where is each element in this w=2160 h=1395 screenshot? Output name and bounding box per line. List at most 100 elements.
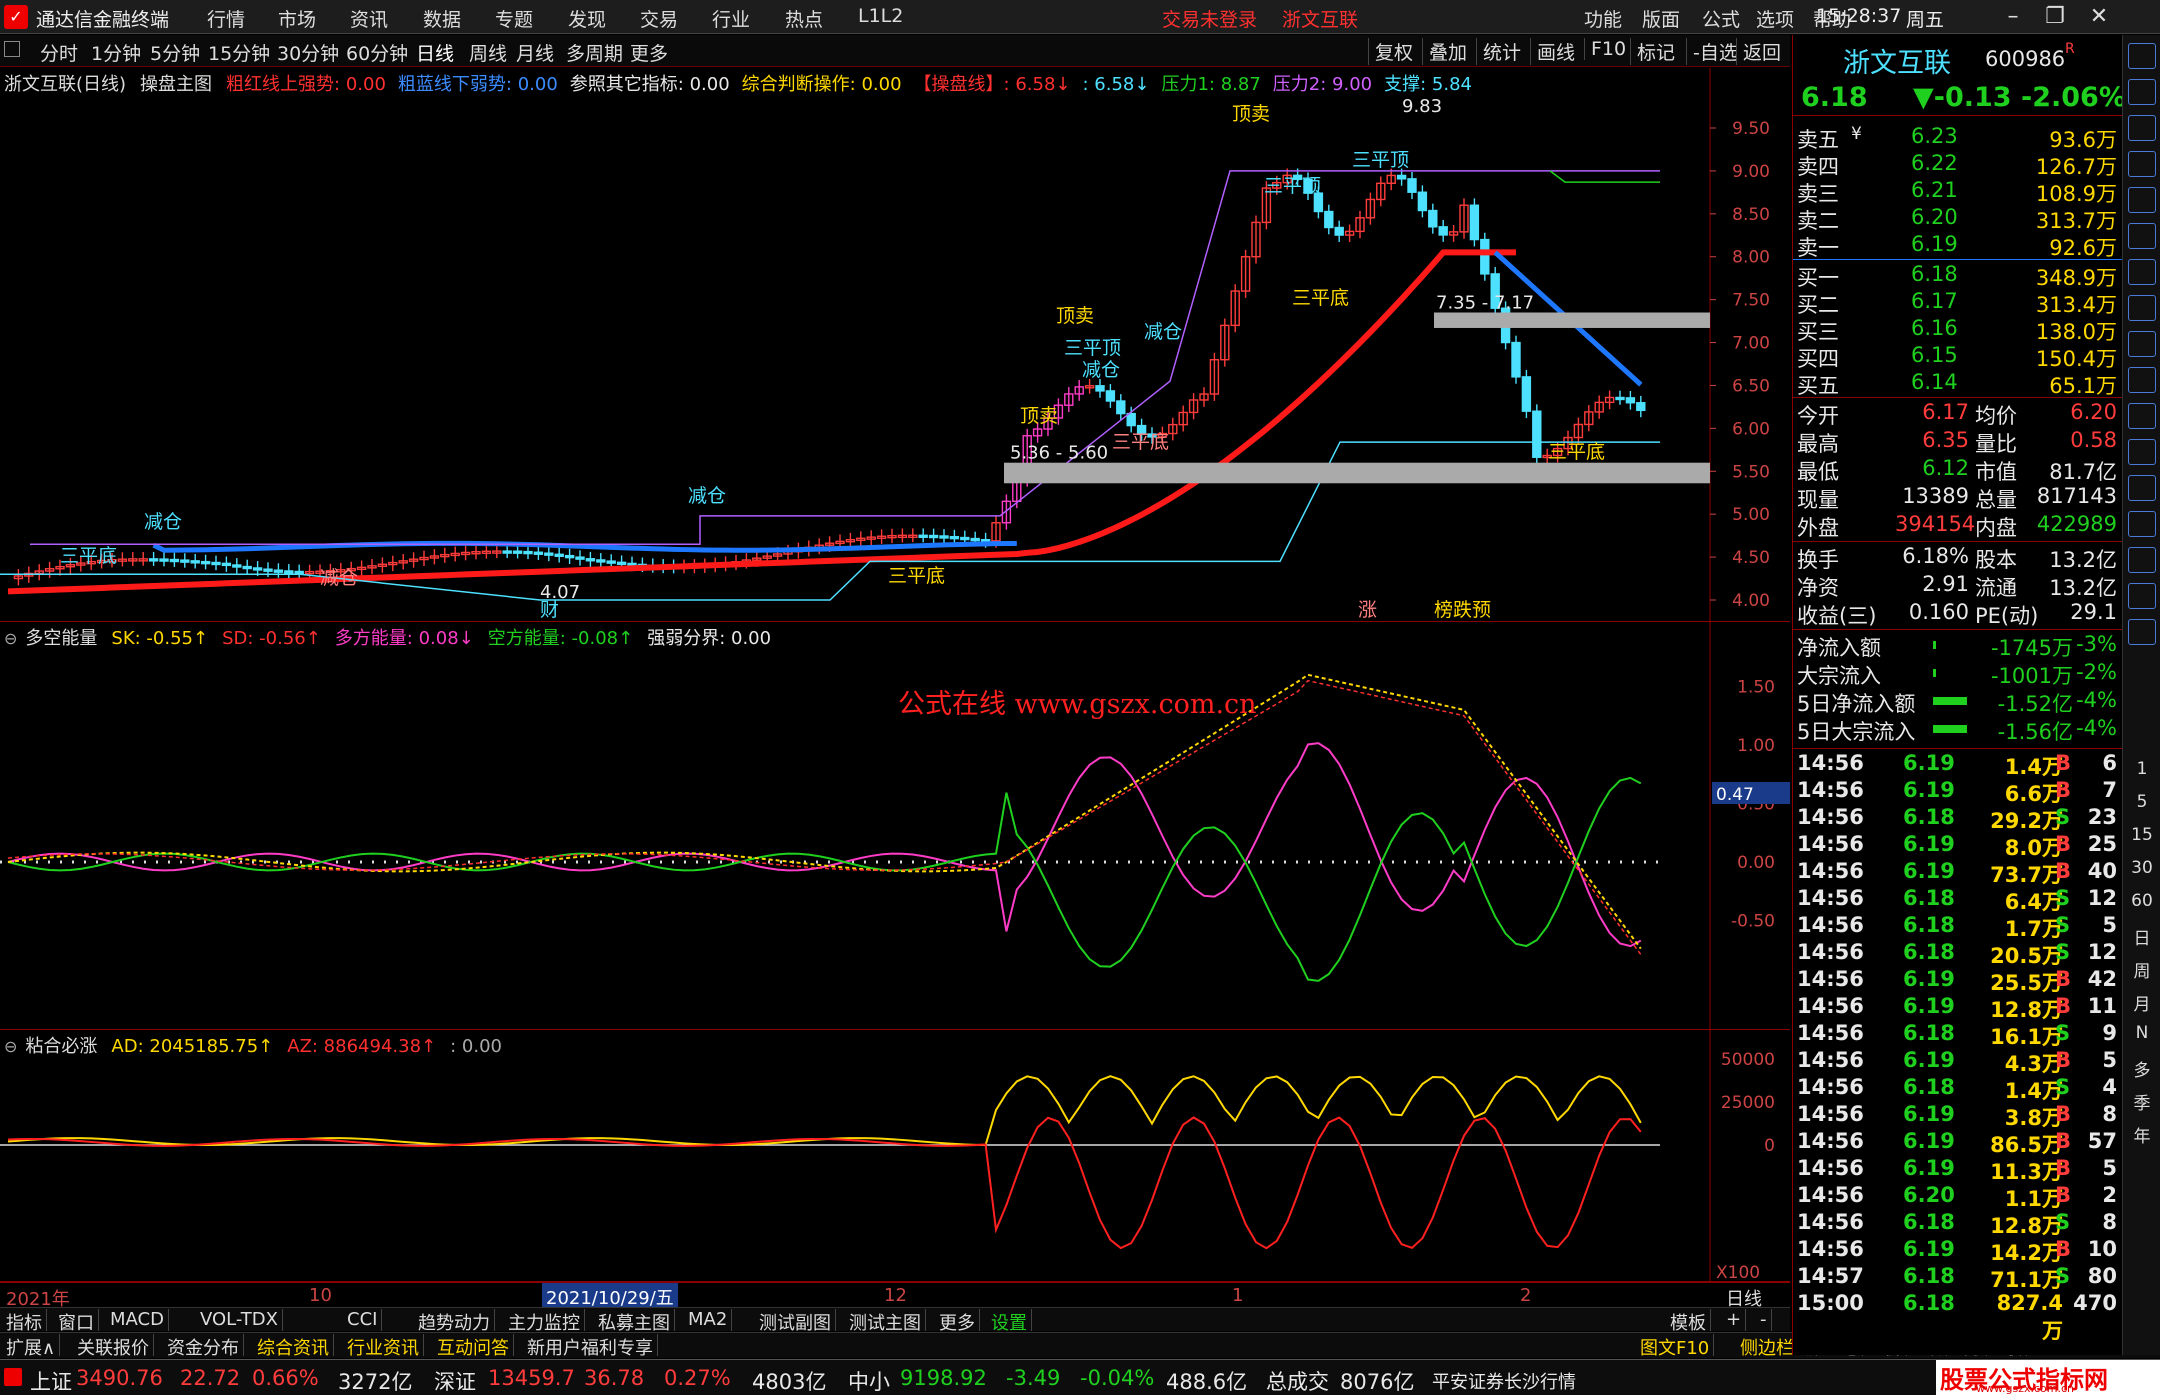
main-chart-panel[interactable]: 浙文互联(日线) 操盘主图 粗红线上强势: 0.00 粗蓝线下弱势: 0.00 参照其它… [0,68,1790,622]
strip-period[interactable]: 月 [2129,990,2155,1015]
period-tab[interactable]: 15分钟 [208,39,270,66]
strip-period[interactable]: 1 [2129,759,2155,779]
menu-item[interactable]: 交易 [640,5,678,32]
indicator-tab[interactable]: 主力监控 [504,1309,585,1334]
toggle-icon[interactable] [4,41,20,57]
toolbar-button[interactable]: 复权 [1368,38,1419,65]
period-tab[interactable]: 多周期 [566,39,623,66]
strip-period[interactable]: N [2129,1023,2155,1043]
info-tab[interactable]: 互动问答 [433,1334,514,1359]
chart-icon[interactable] [2128,151,2156,177]
indicator-tab[interactable]: CCI [343,1309,383,1331]
table-icon[interactable] [2128,331,2156,357]
rsi-icon[interactable] [2128,511,2156,537]
divider [1793,629,2123,630]
menu-item[interactable]: 行业 [712,5,750,32]
strip-period[interactable]: 5 [2129,792,2155,812]
sd-line [7,679,1642,955]
period-tab[interactable]: 1分钟 [91,39,141,66]
pen-icon[interactable] [2128,583,2156,609]
tab-control[interactable]: - [1756,1309,1772,1331]
minimize-icon[interactable]: – [1994,2,2032,32]
tab-control[interactable]: + [1722,1309,1747,1331]
restore-icon[interactable]: ❐ [2036,2,2074,32]
strip-period[interactable]: 多 [2129,1056,2155,1081]
menu-item[interactable]: 资讯 [350,5,388,32]
period-tab[interactable]: 5分钟 [150,39,200,66]
f10-icon[interactable] [2128,295,2156,321]
menu-item[interactable]: 数据 [423,5,461,32]
info-tab[interactable]: 扩展∧ [2,1334,61,1359]
info-tab[interactable]: 资金分布 [163,1334,244,1359]
indicator-tab[interactable]: MACD [106,1309,169,1331]
menu-item[interactable]: 公式 [1702,5,1740,32]
grid-icon[interactable] [2128,223,2156,249]
toolbar-button[interactable]: 统计 [1476,38,1527,65]
menu-item[interactable]: 选项 [1756,5,1794,32]
period-tab[interactable]: 日线 [416,39,454,66]
toolbar-button[interactable]: F10 [1584,38,1632,60]
menu-item[interactable]: 发现 [568,5,606,32]
indicator-tab[interactable]: 私募主图 [594,1309,675,1334]
indicator-tab[interactable]: 测试副图 [755,1309,836,1334]
period-tab[interactable]: 周线 [469,39,507,66]
trend-icon[interactable] [2128,187,2156,213]
indicator-tab[interactable]: 趋势动力 [414,1309,495,1334]
up-arrow-icon[interactable] [2128,43,2156,69]
close-icon[interactable]: ✕ [2080,2,2118,32]
sub-chart-glue-panel[interactable]: ⊖ 粘合必涨 AD: 2045185.75↑ AZ: 886494.38↑: 0.00… [0,1030,1790,1282]
period-tab[interactable]: 更多 [630,39,668,66]
list-icon[interactable] [2128,259,2156,285]
main-chart-canvas[interactable]: 9.50 9.00 8.50 8.00 7.50 7.00 6.50 6.00 5.50 5.00… [0,68,1790,622]
search-icon[interactable] [2128,475,2156,501]
indicator-tab[interactable]: VOL-TDX [196,1309,283,1331]
menu-item[interactable]: 版面 [1642,5,1680,32]
side-tab[interactable]: 图文F10 [1636,1334,1715,1359]
menu-item[interactable]: L1L2 [858,5,903,27]
strip-period[interactable]: 15 [2129,825,2155,845]
indicator-tab[interactable]: 窗口 [54,1309,99,1334]
login-status[interactable]: 交易未登录 [1162,5,1257,32]
down-arrow-icon[interactable] [2128,79,2156,105]
info-tab[interactable]: 行业资讯 [343,1334,424,1359]
indicator-tab[interactable]: 指标 [2,1309,47,1334]
info-tab[interactable]: 新用户福利专享 [523,1334,658,1359]
info-tab[interactable]: 综合资讯 [253,1334,334,1359]
sub-chart-energy-panel[interactable]: ⊖ 多空能量 SK: -0.55↑ SD: -0.56↑ 多方能量: 0.08↓ 空方能量… [0,622,1790,1030]
sub-chart-glue-canvas[interactable]: 50000 25000 0 X100 [0,1030,1790,1282]
fs-icon[interactable] [2128,619,2156,645]
menu-item[interactable]: 功能 [1584,5,1622,32]
indicator-tab[interactable]: 更多 [935,1309,980,1334]
period-tab[interactable]: 月线 [516,39,554,66]
strip-period[interactable]: 周 [2129,957,2155,982]
indicator-tab[interactable]: MA2 [684,1309,733,1331]
menu-item[interactable]: 行情 [207,5,245,32]
toolbar-button[interactable]: 标记 [1630,38,1681,65]
gear-icon[interactable] [2128,403,2156,429]
period-tab[interactable]: 30分钟 [277,39,339,66]
axis-tick-label: 0 [1764,1136,1775,1156]
strip-period[interactable]: 60 [2129,891,2155,911]
tick-side: B [2055,778,2072,802]
menu-item[interactable]: 专题 [495,5,533,32]
sub-chart-energy-canvas[interactable]: 1.501.000.500.00-0.500.47 [0,622,1790,1030]
menu-item[interactable]: 市场 [278,5,316,32]
strip-period[interactable]: 30 [2129,858,2155,878]
strip-period[interactable]: 日 [2129,924,2155,949]
move-icon[interactable] [2128,547,2156,573]
strip-period[interactable]: 季 [2129,1089,2155,1114]
info-tab[interactable]: 关联报价 [73,1334,154,1359]
strip-period[interactable]: 年 [2129,1122,2155,1147]
toolbar-button[interactable]: 返回 [1736,38,1787,65]
period-tab[interactable]: 分时 [40,39,78,66]
toolbar-button[interactable]: 画线 [1530,38,1581,65]
refresh-icon[interactable] [2128,439,2156,465]
menu-item[interactable]: 热点 [785,5,823,32]
doc-icon[interactable] [2128,115,2156,141]
indicator-tab[interactable]: 测试主图 [845,1309,926,1334]
indicator-tab[interactable]: 设置 [987,1309,1032,1334]
period-tab[interactable]: 60分钟 [346,39,408,66]
info-icon[interactable] [2128,367,2156,393]
tab-control[interactable]: 模板 [1666,1309,1711,1334]
toolbar-button[interactable]: 叠加 [1422,38,1473,65]
